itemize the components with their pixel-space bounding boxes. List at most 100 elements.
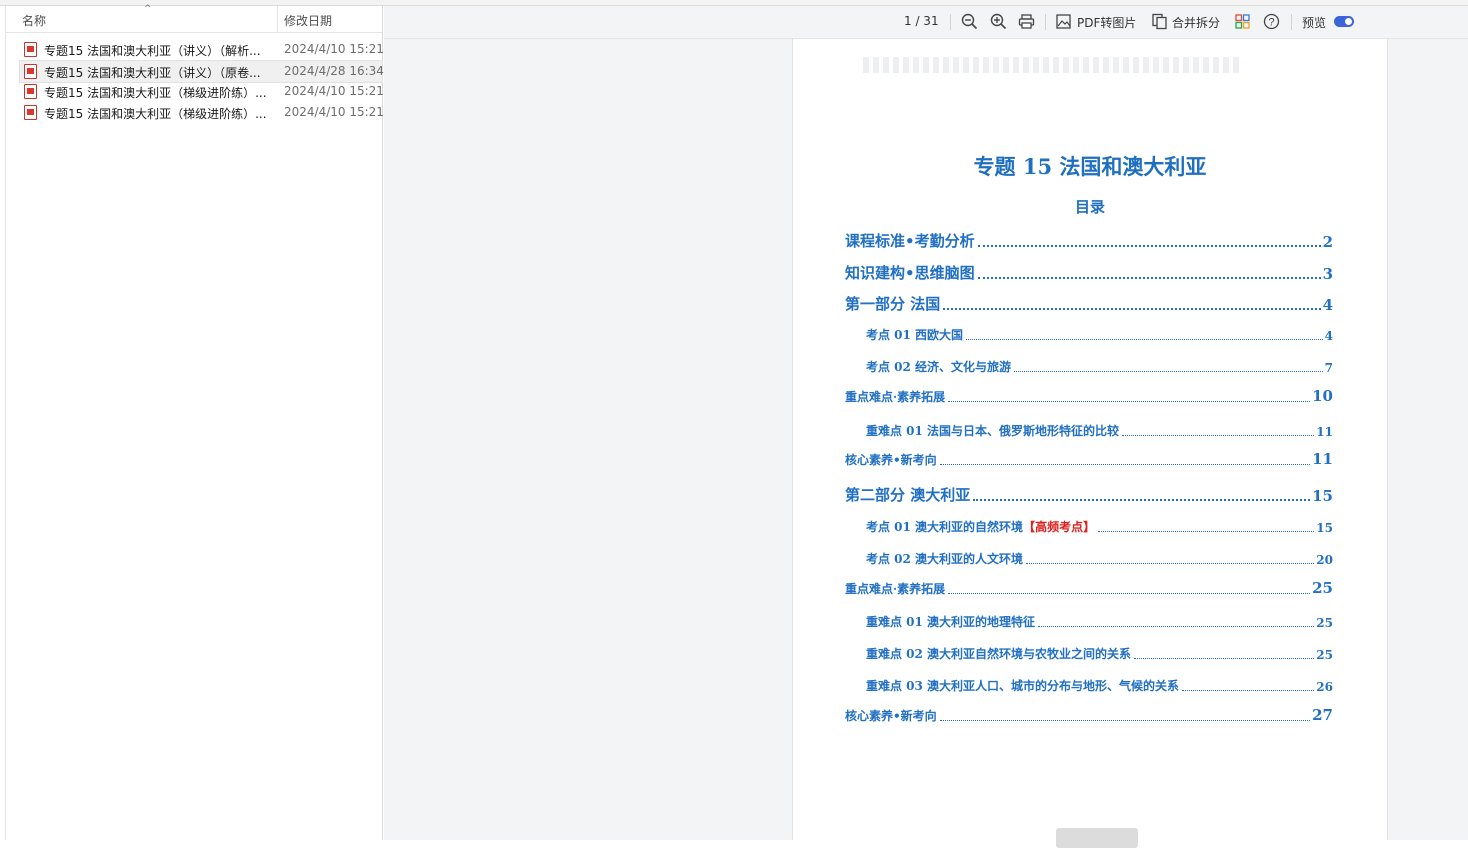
toc-page: 3	[1322, 265, 1333, 283]
column-name-header[interactable]: 名称	[22, 12, 46, 29]
pdf-preview-pane: 1 / 31 PDF转图片 合并拆分 ? 预览 专题 15 法国和澳大利亚 目录…	[384, 6, 1468, 848]
help-glyph: ?	[1268, 17, 1274, 29]
toc-leader	[1038, 626, 1315, 627]
toc-label: 核心素养•新考向	[845, 709, 937, 723]
toc-label: 重难点 02 澳大利亚自然环境与农牧业之间的关系	[866, 647, 1132, 661]
toc-entry[interactable]: 重点难点·素养拓展 10	[845, 387, 1333, 405]
toc-entry[interactable]: 第二部分 澳大利亚 15	[845, 483, 1333, 505]
pdf-page: 专题 15 法国和澳大利亚 目录 课程标准•考勤分析 2 知识建构•思维脑图 3 第…	[792, 39, 1388, 840]
high-frequency-tag: 【高频考点】	[1023, 520, 1096, 534]
document-title: 专题 15 法国和澳大利亚	[973, 154, 1207, 179]
toc-page: 4	[1322, 296, 1333, 314]
toolbar-divider	[1045, 14, 1046, 30]
toc-leader	[1026, 563, 1315, 564]
toc-label: 知识建构•思维脑图	[845, 264, 975, 282]
toc-label: 考点 01 澳大利亚的自然环境【高频考点】	[866, 518, 1095, 535]
toc-leader	[973, 499, 1311, 501]
preview-label: 预览	[1302, 16, 1327, 30]
merge-split-button[interactable]: 合并拆分	[1172, 14, 1220, 31]
toc-label: 核心素养•新考向	[845, 453, 937, 467]
toc-entry[interactable]: 课程标准•考勤分析 2	[845, 229, 1333, 251]
toc-page: 2	[1322, 233, 1333, 251]
merge-split-icon[interactable]	[1151, 13, 1168, 30]
app-grid-icon[interactable]	[1234, 13, 1251, 30]
toc-page: 25	[1316, 648, 1333, 662]
file-name: 专题15 法国和澳大利亚（讲义）（原卷...	[44, 66, 261, 80]
toc-label: 重难点 01 澳大利亚的地理特征	[866, 615, 1036, 629]
toc-label: 考点 02 澳大利亚的人文环境	[866, 552, 1024, 566]
preview-toggle[interactable]	[1334, 16, 1354, 27]
file-row-selected[interactable]: 专题15 法国和澳大利亚（讲义）（原卷... 2024/4/28 16:34	[19, 60, 384, 83]
toolbar-divider	[950, 14, 951, 30]
toc-entry[interactable]: 考点 02 澳大利亚的人文环境 20	[866, 550, 1333, 567]
file-row[interactable]: 专题15 法国和澳大利亚（梯级进阶练）... 2024/4/10 15:21	[20, 102, 384, 123]
toc-entry[interactable]: 考点 02 经济、文化与旅游 7	[866, 358, 1333, 375]
file-name: 专题15 法国和澳大利亚（梯级进阶练）...	[44, 86, 267, 100]
toc-label: 重难点 01 法国与日本、俄罗斯地形特征的比较	[866, 424, 1120, 438]
floating-button-partial[interactable]	[1056, 828, 1138, 848]
help-icon[interactable]: ?	[1263, 13, 1280, 30]
toc-entry[interactable]: 核心素养•新考向 27	[845, 706, 1333, 724]
faded-page-header	[863, 57, 1243, 73]
toc-heading: 目录	[1074, 198, 1105, 216]
zoom-in-icon[interactable]	[990, 13, 1007, 30]
toolbar-divider	[1291, 14, 1292, 30]
column-date-header[interactable]: 修改日期	[284, 12, 332, 29]
toc-entry[interactable]: 重点难点·素养拓展 25	[845, 579, 1333, 597]
toc-label: 第一部分 法国	[845, 295, 941, 313]
toc-page: 15	[1316, 521, 1333, 535]
column-header: 名称 ^ 修改日期	[6, 4, 382, 33]
pdf-file-icon	[24, 64, 37, 79]
file-date: 2024/4/28 16:34	[284, 64, 384, 78]
preview-toolbar: 1 / 31 PDF转图片 合并拆分 ? 预览	[384, 6, 1468, 39]
toc-label: 重难点 03 澳大利亚人口、城市的分布与地形、气候的关系	[866, 679, 1180, 693]
file-name: 专题15 法国和澳大利亚（梯级进阶练）...	[44, 107, 267, 121]
toc-page: 25	[1316, 616, 1333, 630]
toc-page: 10	[1312, 387, 1333, 405]
toc-entry[interactable]: 知识建构•思维脑图 3	[845, 261, 1333, 283]
toc-leader	[1122, 435, 1315, 436]
toc-leader	[1014, 371, 1323, 372]
toc-entry[interactable]: 重难点 03 澳大利亚人口、城市的分布与地形、气候的关系 26	[866, 677, 1333, 694]
page-indicator: 1 / 31	[904, 14, 939, 28]
toc-entry[interactable]: 考点 01 澳大利亚的自然环境【高频考点】 15	[866, 518, 1333, 535]
toc-label: 重点难点·素养拓展	[845, 582, 946, 596]
toc-page: 11	[1316, 425, 1333, 439]
toc-leader	[1182, 690, 1315, 691]
toc-leader	[943, 308, 1321, 310]
toc-leader	[939, 464, 1311, 465]
column-divider[interactable]	[277, 6, 278, 32]
pdf-file-icon	[24, 105, 37, 120]
pdf-file-icon	[24, 42, 37, 57]
toc-leader	[977, 277, 1321, 279]
toc-entry[interactable]: 重难点 02 澳大利亚自然环境与农牧业之间的关系 25	[866, 645, 1333, 662]
toc-page: 4	[1324, 329, 1333, 343]
printer-icon[interactable]	[1018, 13, 1035, 30]
toc-label: 重点难点·素养拓展	[845, 390, 946, 404]
pdf-to-image-button[interactable]: PDF转图片	[1077, 14, 1136, 31]
zoom-out-icon[interactable]	[961, 13, 978, 30]
toc-leader	[948, 593, 1311, 594]
toc-leader	[1134, 658, 1315, 659]
file-row[interactable]: 专题15 法国和澳大利亚（梯级进阶练）... 2024/4/10 15:21	[20, 81, 384, 102]
toc-leader	[1098, 531, 1315, 532]
file-row[interactable]: 专题15 法国和澳大利亚（讲义）（解析... 2024/4/10 15:21	[20, 39, 384, 60]
toc-page: 11	[1312, 450, 1333, 468]
toc-leader	[939, 720, 1311, 721]
toc-label: 考点 02 经济、文化与旅游	[866, 360, 1012, 374]
toc-label-text: 考点 01 澳大利亚的自然环境	[866, 520, 1024, 534]
file-date: 2024/4/10 15:21	[284, 84, 384, 98]
image-convert-icon[interactable]	[1055, 13, 1072, 30]
toc-page: 15	[1312, 487, 1333, 505]
toc-leader	[948, 401, 1311, 402]
toc-page: 27	[1312, 706, 1333, 724]
toc-entry[interactable]: 重难点 01 澳大利亚的地理特征 25	[866, 613, 1333, 630]
toc-page: 20	[1316, 553, 1333, 567]
pdf-file-icon	[24, 84, 37, 99]
toc-entry[interactable]: 核心素养•新考向 11	[845, 450, 1333, 468]
toc-entry[interactable]: 第一部分 法国 4	[845, 292, 1333, 314]
toc-entry[interactable]: 重难点 01 法国与日本、俄罗斯地形特征的比较 11	[866, 422, 1333, 439]
toc-label: 课程标准•考勤分析	[845, 232, 975, 250]
toc-page: 26	[1316, 680, 1333, 694]
toc-entry[interactable]: 考点 01 西欧大国 4	[866, 326, 1333, 343]
